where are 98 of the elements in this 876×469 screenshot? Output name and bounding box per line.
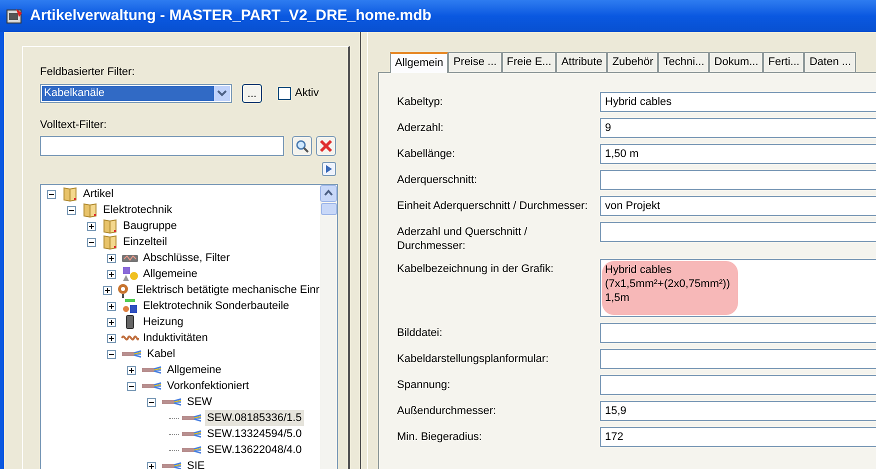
field-label: Aderzahl und Querschnitt / Durchmesser:: [397, 225, 528, 253]
field-value: Hybrid cables: [605, 95, 672, 110]
tree-item[interactable]: SEW.08185336/1.5: [205, 410, 304, 426]
app-icon: [6, 7, 24, 25]
expand-toggle[interactable]: [106, 318, 116, 326]
tab[interactable]: Techni...: [658, 52, 710, 72]
search-button[interactable]: [292, 136, 312, 156]
active-checkbox[interactable]: [278, 87, 291, 100]
tab[interactable]: Daten ...: [804, 52, 856, 72]
input-field[interactable]: von Projekt: [600, 196, 876, 216]
expand-toggle[interactable]: [106, 302, 116, 310]
tree-item[interactable]: Abschlüsse, Filter: [141, 250, 232, 266]
clear-button[interactable]: [316, 136, 336, 156]
tree-item[interactable]: Kabel: [145, 346, 178, 362]
folder-icon: [81, 202, 99, 218]
play-button[interactable]: [322, 162, 336, 176]
input-field[interactable]: Hybrid cables: [600, 92, 876, 112]
input-field[interactable]: [600, 170, 876, 190]
expand-toggle[interactable]: [126, 366, 136, 374]
expand-toggle[interactable]: [106, 334, 116, 342]
field-value: 9: [605, 121, 612, 136]
collapse-toggle[interactable]: [46, 190, 56, 198]
play-icon: [325, 165, 333, 173]
field-value: Hybrid cables (7x1,5mm²+(2x0,75mm²)) 1,5m: [602, 261, 738, 315]
scroll-thumb[interactable]: [320, 203, 336, 215]
input-field[interactable]: 15,9: [600, 401, 876, 421]
folder-icon: [61, 186, 79, 202]
collapse-toggle[interactable]: [126, 382, 136, 390]
tree-item[interactable]: SEW.13324594/5.0: [205, 426, 304, 442]
tree-item[interactable]: Induktivitäten: [141, 330, 210, 346]
field-label: Spannung:: [397, 378, 452, 392]
search-field[interactable]: [40, 136, 284, 156]
folder-icon: [101, 218, 119, 234]
collapse-toggle[interactable]: [86, 238, 96, 246]
field-label: Außendurchmesser:: [397, 404, 498, 418]
input-field[interactable]: [600, 222, 876, 242]
field-label: Einheit Aderquerschnitt / Durchmesser:: [397, 199, 589, 213]
folder-icon: [101, 234, 119, 250]
input-field[interactable]: 9: [600, 118, 876, 138]
field-label: Volltext-Filter:: [40, 118, 108, 132]
scroll-up-icon: [320, 185, 337, 202]
field-value: 172: [605, 430, 624, 445]
tree-item[interactable]: SIE: [185, 458, 207, 469]
tree-item[interactable]: Allgemeine: [165, 362, 224, 378]
field-label: Kabeldarstellungsplanformular:: [397, 352, 550, 366]
shapes-icon: [121, 266, 139, 282]
expand-toggle[interactable]: [106, 270, 116, 278]
input-field[interactable]: 1,50 m: [600, 144, 876, 164]
field-label: Min. Biegeradius:: [397, 430, 483, 444]
input-field[interactable]: 172: [600, 427, 876, 447]
tab[interactable]: Zubehör: [607, 52, 658, 72]
field-value: 15,9: [605, 404, 626, 419]
plug-icon: [121, 298, 139, 314]
tree-item[interactable]: SEW: [185, 394, 214, 410]
search-icon: [295, 139, 309, 153]
input-field[interactable]: [600, 349, 876, 369]
field-label: Aderquerschnitt:: [397, 173, 478, 187]
field-label: Kabellänge:: [397, 147, 456, 161]
tree-item[interactable]: Elektrisch betätigte mechanische Einr: [134, 282, 320, 298]
tree-item[interactable]: Elektrotechnik Sonderbauteile: [141, 298, 292, 314]
close-icon: [319, 139, 333, 153]
field-label: Bilddatei:: [397, 326, 444, 340]
field-value: von Projekt: [605, 199, 660, 214]
scrollbar[interactable]: [320, 185, 337, 469]
splitter[interactable]: [360, 32, 368, 469]
more-button[interactable]: ...: [242, 84, 262, 103]
collapse-toggle[interactable]: [106, 350, 116, 358]
tree-item[interactable]: Artikel: [81, 186, 116, 202]
expand-toggle[interactable]: [146, 462, 156, 469]
tree-item[interactable]: Einzelteil: [121, 234, 170, 250]
tree-item[interactable]: Baugruppe: [121, 218, 179, 234]
filter-dropdown[interactable]: Kabelkanäle: [40, 84, 232, 103]
checkbox-label: Aktiv: [295, 86, 319, 102]
window-title: Artikelverwaltung - MASTER_PART_V2_DRE_home.mdb: [30, 6, 432, 26]
field-value: 1,50 m: [605, 147, 639, 162]
field-label: Kabelbezeichnung in der Grafik:: [397, 262, 555, 276]
collapse-toggle[interactable]: [66, 206, 76, 214]
tab[interactable]: Allgemein: [390, 52, 448, 73]
tab[interactable]: Ferti...: [763, 52, 804, 72]
field-label: Aderzahl:: [397, 121, 444, 135]
tree-item[interactable]: Vorkonfektioniert: [165, 378, 251, 394]
expand-toggle[interactable]: [103, 286, 112, 294]
field-label: Feldbasierter Filter:: [40, 65, 136, 79]
expand-toggle[interactable]: [106, 254, 116, 262]
tab[interactable]: Attribute: [556, 52, 608, 72]
tab[interactable]: Freie E...: [502, 52, 556, 72]
field-label: Kabeltyp:: [397, 95, 444, 109]
tree-item[interactable]: Heizung: [141, 314, 186, 330]
collapse-toggle[interactable]: [146, 398, 156, 406]
input-field[interactable]: [600, 323, 876, 343]
tree-item[interactable]: Elektrotechnik: [101, 202, 174, 218]
tree-item[interactable]: Allgemeine: [141, 266, 200, 282]
tab[interactable]: Dokum...: [709, 52, 764, 72]
expand-toggle[interactable]: [86, 222, 96, 230]
input-field[interactable]: [600, 375, 876, 395]
tree-item[interactable]: SEW.13622048/4.0: [205, 442, 304, 458]
text-area[interactable]: Hybrid cables (7x1,5mm²+(2x0,75mm²)) 1,5m: [600, 259, 876, 317]
tab[interactable]: Preise ...: [448, 52, 502, 72]
